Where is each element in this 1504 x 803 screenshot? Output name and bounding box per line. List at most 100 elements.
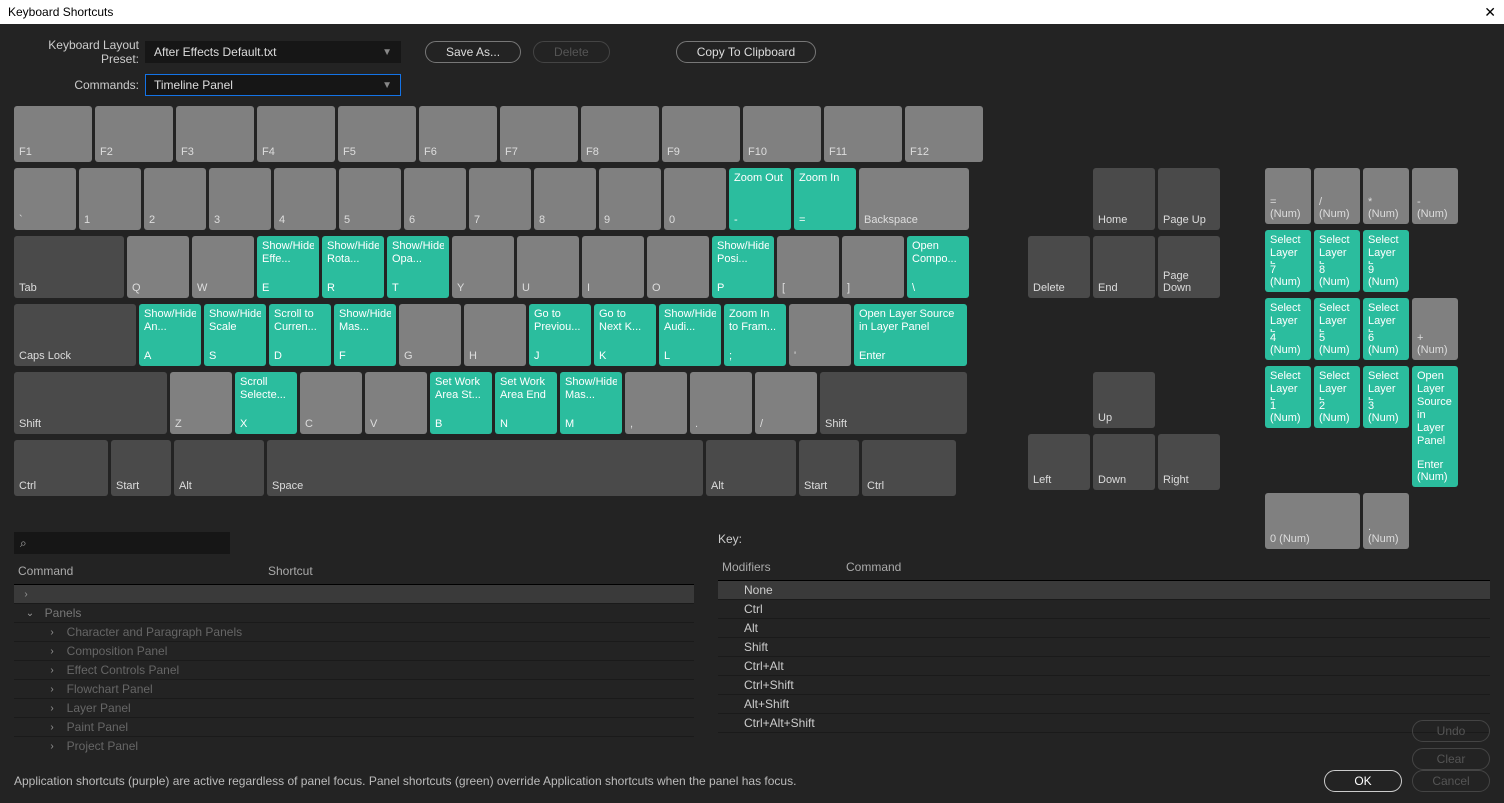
- key-R[interactable]: Show/Hide Rota...R: [322, 236, 384, 298]
- key-F1[interactable]: F1: [14, 106, 92, 162]
- key-8 (Num)[interactable]: Select Layer b...8 (Num): [1314, 230, 1360, 292]
- key-Alt[interactable]: Alt: [706, 440, 796, 496]
- list-item[interactable]: › Paint Panel: [14, 718, 694, 737]
- key-Home[interactable]: Home: [1093, 168, 1155, 230]
- list-item[interactable]: ⌄ Panels: [14, 604, 694, 623]
- save-as-button[interactable]: Save As...: [425, 41, 521, 63]
- ok-button[interactable]: OK: [1324, 770, 1402, 792]
- key-Down[interactable]: Down: [1093, 434, 1155, 490]
- cancel-button[interactable]: Cancel: [1412, 770, 1490, 792]
- key-U[interactable]: U: [517, 236, 579, 298]
- key-X[interactable]: Scroll Selecte...X: [235, 372, 297, 434]
- key-A[interactable]: Show/Hide An...A: [139, 304, 201, 366]
- key-F5[interactable]: F5: [338, 106, 416, 162]
- key-Page Down[interactable]: Page Down: [1158, 236, 1220, 298]
- list-item[interactable]: › Flowchart Panel: [14, 680, 694, 699]
- key-T[interactable]: Show/Hide Opa...T: [387, 236, 449, 298]
- key-W[interactable]: W: [192, 236, 254, 298]
- modifier-item[interactable]: Ctrl+Shift: [718, 676, 1490, 695]
- key-][interactable]: ]: [842, 236, 904, 298]
- key-End[interactable]: End: [1093, 236, 1155, 298]
- key-\[interactable]: Open Compo...\: [907, 236, 969, 298]
- key-0[interactable]: 0: [664, 168, 726, 230]
- list-item[interactable]: › Effect Controls Panel: [14, 661, 694, 680]
- modifiers-list[interactable]: NoneCtrlAltShiftCtrl+AltCtrl+ShiftAlt+Sh…: [718, 580, 1490, 753]
- key-Y[interactable]: Y: [452, 236, 514, 298]
- key-6 (Num)[interactable]: Select Layer b...6 (Num): [1363, 298, 1409, 360]
- key-F6[interactable]: F6: [419, 106, 497, 162]
- key-F8[interactable]: F8: [581, 106, 659, 162]
- key-1 (Num)[interactable]: Select Layer b...1 (Num): [1265, 366, 1311, 428]
- key-8[interactable]: 8: [534, 168, 596, 230]
- key-2[interactable]: 2: [144, 168, 206, 230]
- key-4 (Num)[interactable]: Select Layer b...4 (Num): [1265, 298, 1311, 360]
- key-F10[interactable]: F10: [743, 106, 821, 162]
- key-3 (Num)[interactable]: Select Layer b...3 (Num): [1363, 366, 1409, 428]
- search-input[interactable]: ⌕: [14, 532, 230, 554]
- commands-dropdown[interactable]: Timeline Panel ▼: [145, 74, 401, 96]
- key-P[interactable]: Show/Hide Posi...P: [712, 236, 774, 298]
- key-7[interactable]: 7: [469, 168, 531, 230]
- key-Backspace[interactable]: Backspace: [859, 168, 969, 230]
- key-9 (Num)[interactable]: Select Layer b...9 (Num): [1363, 230, 1409, 292]
- modifier-item[interactable]: Ctrl+Alt+Shift: [718, 714, 1490, 733]
- key-`[interactable]: `: [14, 168, 76, 230]
- key-6[interactable]: 6: [404, 168, 466, 230]
- key-L[interactable]: Show/Hide Audi...L: [659, 304, 721, 366]
- key-,[interactable]: ,: [625, 372, 687, 434]
- key-O[interactable]: O: [647, 236, 709, 298]
- modifier-item[interactable]: Ctrl+Alt: [718, 657, 1490, 676]
- list-item[interactable]: › Character and Paragraph Panels: [14, 623, 694, 642]
- key-/[interactable]: /: [755, 372, 817, 434]
- key-H[interactable]: H: [464, 304, 526, 366]
- key-- (Num)[interactable]: - (Num): [1412, 168, 1458, 224]
- key-.[interactable]: .: [690, 372, 752, 434]
- key-Start[interactable]: Start: [799, 440, 859, 496]
- key--[interactable]: Zoom Out-: [729, 168, 791, 230]
- key-N[interactable]: Set Work Area EndN: [495, 372, 557, 434]
- key-Left[interactable]: Left: [1028, 434, 1090, 490]
- modifier-item[interactable]: Shift: [718, 638, 1490, 657]
- key-Space[interactable]: Space: [267, 440, 703, 496]
- key-F3[interactable]: F3: [176, 106, 254, 162]
- modifier-item[interactable]: Ctrl: [718, 600, 1490, 619]
- key-E[interactable]: Show/Hide Effe...E: [257, 236, 319, 298]
- key-Delete[interactable]: Delete: [1028, 236, 1090, 298]
- key-9[interactable]: 9: [599, 168, 661, 230]
- key-M[interactable]: Show/Hide Mas...M: [560, 372, 622, 434]
- key-D[interactable]: Scroll to Curren...D: [269, 304, 331, 366]
- undo-button[interactable]: Undo: [1412, 720, 1490, 742]
- key-F12[interactable]: F12: [905, 106, 983, 162]
- key-;[interactable]: Zoom In to Fram...;: [724, 304, 786, 366]
- key-Tab[interactable]: Tab: [14, 236, 124, 298]
- key-+ (Num)[interactable]: + (Num): [1412, 298, 1458, 360]
- key-= (Num)[interactable]: = (Num): [1265, 168, 1311, 224]
- key-Enter[interactable]: Open Layer Source in Layer PanelEnter: [854, 304, 967, 366]
- key-3[interactable]: 3: [209, 168, 271, 230]
- key-'[interactable]: ': [789, 304, 851, 366]
- close-icon[interactable]: ✕: [1484, 4, 1496, 21]
- key-F[interactable]: Show/Hide Mas...F: [334, 304, 396, 366]
- list-item[interactable]: › Composition Panel: [14, 642, 694, 661]
- key-K[interactable]: Go to Next K...K: [594, 304, 656, 366]
- key-* (Num)[interactable]: * (Num): [1363, 168, 1409, 224]
- key-F11[interactable]: F11: [824, 106, 902, 162]
- key-Up[interactable]: Up: [1093, 372, 1155, 428]
- key-F7[interactable]: F7: [500, 106, 578, 162]
- key-F2[interactable]: F2: [95, 106, 173, 162]
- key-C[interactable]: C: [300, 372, 362, 434]
- key-7 (Num)[interactable]: Select Layer b...7 (Num): [1265, 230, 1311, 292]
- key-S[interactable]: Show/Hide ScaleS: [204, 304, 266, 366]
- list-item[interactable]: › Layer Panel: [14, 699, 694, 718]
- modifier-item[interactable]: Alt: [718, 619, 1490, 638]
- key-/ (Num)[interactable]: / (Num): [1314, 168, 1360, 224]
- key-5[interactable]: 5: [339, 168, 401, 230]
- key-B[interactable]: Set Work Area St...B: [430, 372, 492, 434]
- key-Alt[interactable]: Alt: [174, 440, 264, 496]
- key-5 (Num)[interactable]: Select Layer b...5 (Num): [1314, 298, 1360, 360]
- key-Ctrl[interactable]: Ctrl: [14, 440, 108, 496]
- list-item[interactable]: ›: [14, 585, 694, 604]
- modifier-item[interactable]: Alt+Shift: [718, 695, 1490, 714]
- key-Shift[interactable]: Shift: [820, 372, 967, 434]
- delete-button[interactable]: Delete: [533, 41, 610, 63]
